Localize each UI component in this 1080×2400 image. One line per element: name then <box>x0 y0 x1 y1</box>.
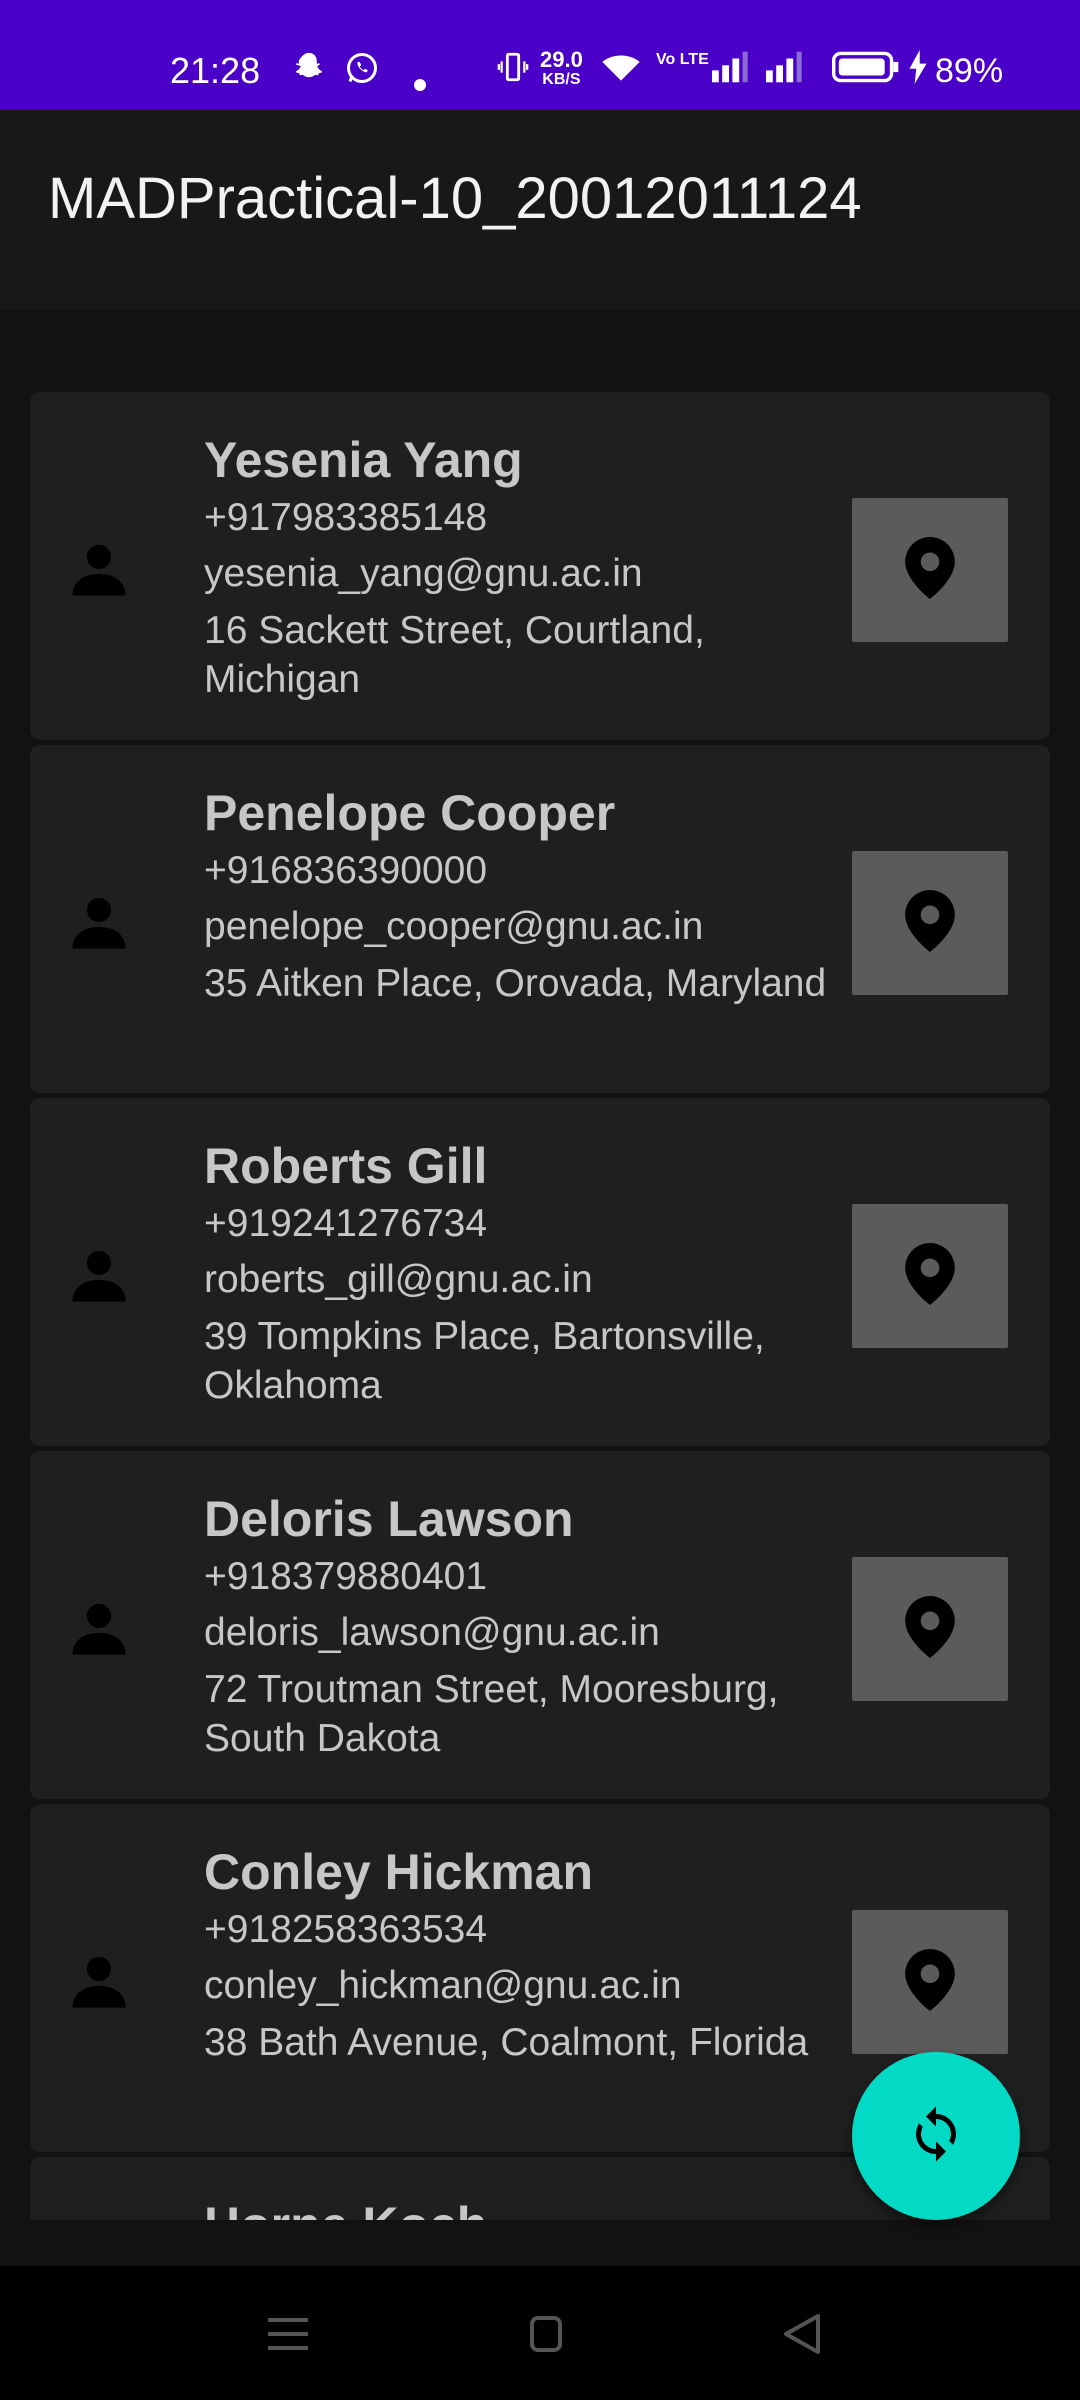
vibrate-icon <box>496 50 530 92</box>
system-navigation-bar <box>0 2266 1080 2400</box>
contact-email: yesenia_yang@gnu.ac.in <box>204 552 643 595</box>
network-speed-unit: KB/S <box>542 71 581 88</box>
contact-email: penelope_cooper@gnu.ac.in <box>204 905 704 948</box>
contact-name: Yesenia Yang <box>204 432 523 488</box>
contact-email: roberts_gill@gnu.ac.in <box>204 1258 593 1301</box>
location-pin-icon <box>905 1948 955 2016</box>
network-speed: 29.0 KB/S <box>540 47 583 90</box>
volte-label: Vo LTE <box>656 51 709 68</box>
refresh-button[interactable] <box>852 2052 1020 2220</box>
location-button[interactable] <box>852 498 1008 642</box>
contact-email: deloris_lawson@gnu.ac.in <box>204 1611 660 1654</box>
page-title: MADPractical-10_20012011124 <box>48 166 862 231</box>
menu-icon[interactable] <box>258 2308 318 2360</box>
signal-icon <box>762 50 804 92</box>
dot-icon <box>414 62 426 99</box>
location-button[interactable] <box>852 1910 1008 2054</box>
status-bar: 21:28 29.0 KB/S Vo LTE 89% <box>0 0 1080 110</box>
person-icon <box>70 1950 128 2012</box>
contact-name: Deloris Lawson <box>204 1491 574 1547</box>
location-button[interactable] <box>852 1204 1008 1348</box>
location-pin-icon <box>905 1242 955 1310</box>
back-icon[interactable] <box>774 2308 834 2360</box>
contact-address: 72 Troutman Street, Mooresburg, South Da… <box>204 1668 779 1760</box>
contact-name: Horne Koch <box>204 2195 864 2220</box>
person-icon <box>70 538 128 600</box>
location-button[interactable] <box>852 1557 1008 1701</box>
app-bar: MADPractical-10_20012011124 <box>0 110 1080 310</box>
person-icon <box>70 1244 128 1306</box>
charging-icon <box>906 50 930 92</box>
snapchat-icon <box>292 50 326 92</box>
contact-phone: +917983385148 <box>204 496 488 539</box>
contact-name: Penelope Cooper <box>204 785 616 841</box>
contact-address: 35 Aitken Place, Orovada, Maryland <box>204 962 827 1005</box>
person-icon <box>70 891 128 953</box>
location-pin-icon <box>905 1595 955 1663</box>
contact-card[interactable]: Roberts Gill +919241276734 roberts_gill@… <box>30 1098 1050 1446</box>
contact-list[interactable]: Yesenia Yang +917983385148 yesenia_yang@… <box>30 392 1050 2220</box>
contact-card[interactable]: Deloris Lawson +918379880401 deloris_law… <box>30 1451 1050 1799</box>
contact-phone: +918379880401 <box>204 1555 488 1598</box>
contact-address: 39 Tompkins Place, Bartonsville, Oklahom… <box>204 1315 765 1407</box>
contact-phone: +918258363534 <box>204 1908 488 1951</box>
contact-card[interactable]: Penelope Cooper +916836390000 penelope_c… <box>30 745 1050 1093</box>
location-button[interactable] <box>852 851 1008 995</box>
contact-name: Conley Hickman <box>204 1844 594 1900</box>
contact-card[interactable]: Yesenia Yang +917983385148 yesenia_yang@… <box>30 392 1050 740</box>
wifi-icon <box>600 50 642 92</box>
contact-phone: +916836390000 <box>204 849 488 892</box>
location-pin-icon <box>905 536 955 604</box>
contact-email: conley_hickman@gnu.ac.in <box>204 1964 682 2007</box>
battery-icon <box>832 50 900 92</box>
signal-icon <box>708 50 750 92</box>
contact-name: Roberts Gill <box>204 1138 488 1194</box>
battery-percent: 89% <box>935 52 1004 90</box>
contact-address: 16 Sackett Street, Courtland, Michigan <box>204 609 705 701</box>
status-time: 21:28 <box>170 50 261 91</box>
network-speed-value: 29.0 <box>540 47 583 72</box>
refresh-icon <box>906 2104 966 2169</box>
location-pin-icon <box>905 889 955 957</box>
home-icon[interactable] <box>516 2308 576 2360</box>
contact-phone: +919241276734 <box>204 1202 488 1245</box>
whatsapp-icon <box>344 50 380 94</box>
contact-address: 38 Bath Avenue, Coalmont, Florida <box>204 2021 809 2064</box>
person-icon <box>70 1597 128 1659</box>
